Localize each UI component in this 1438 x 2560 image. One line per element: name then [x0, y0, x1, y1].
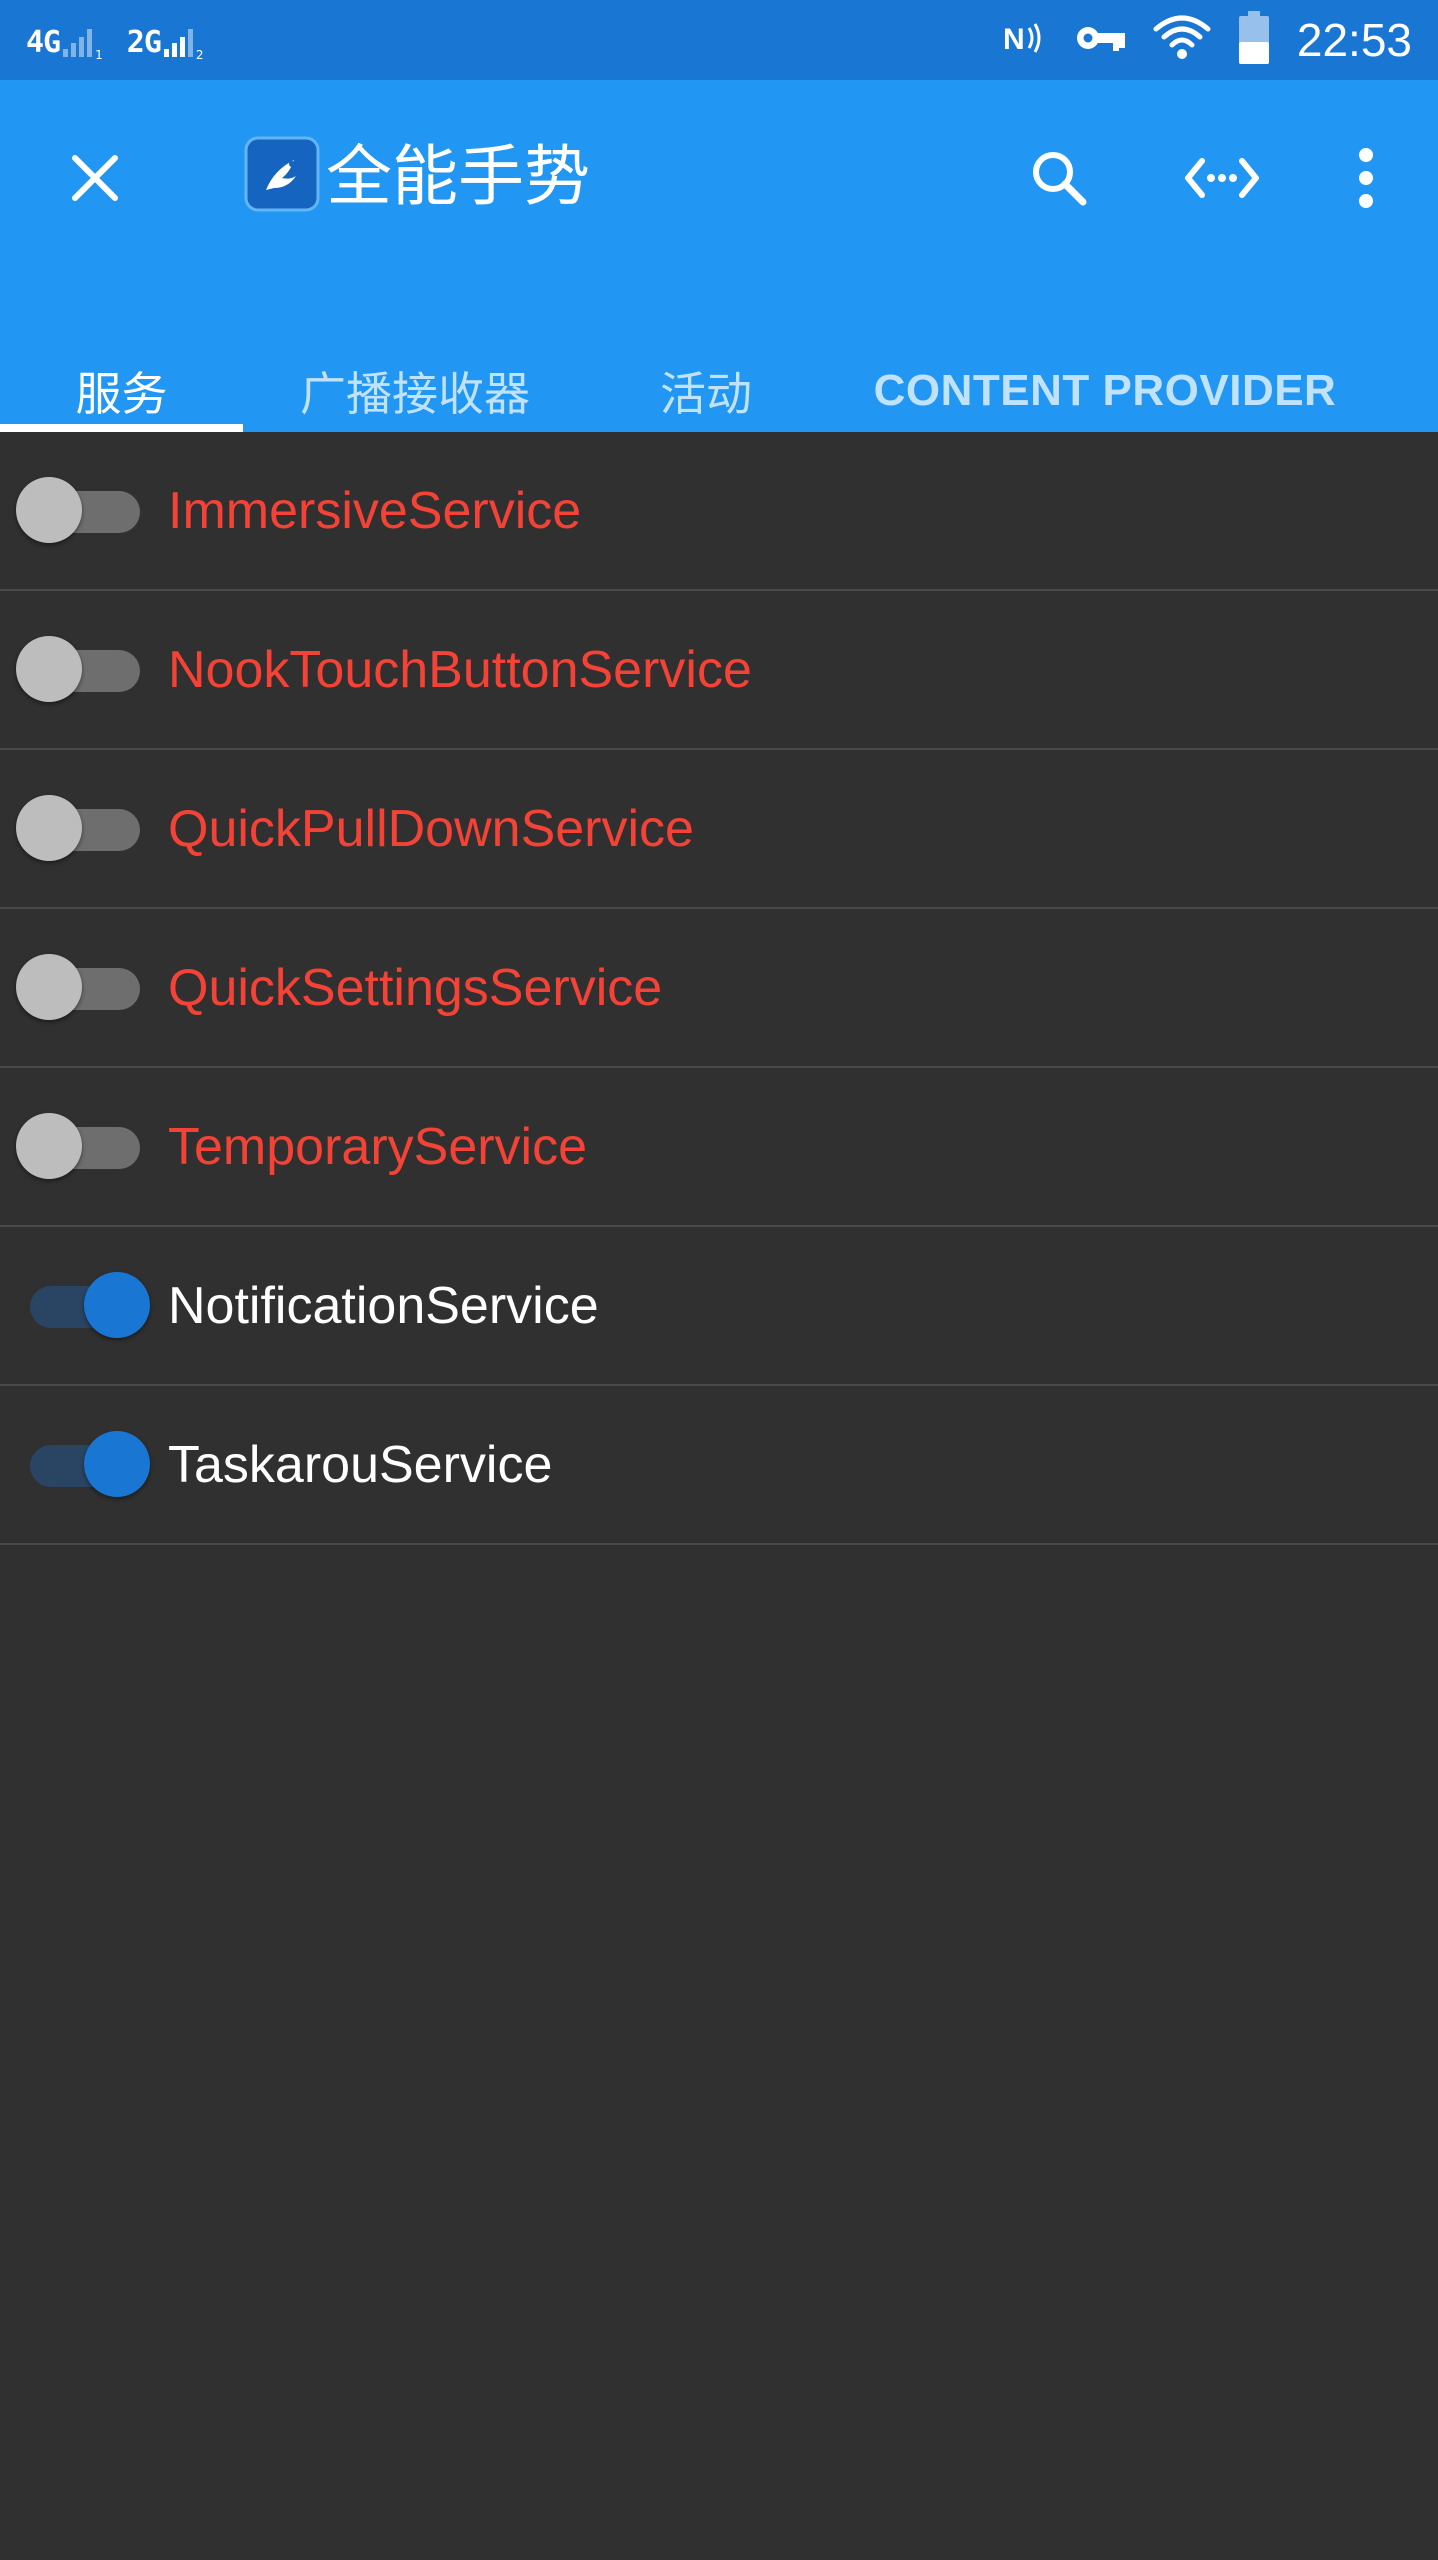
sim1-signal-bars-icon	[63, 23, 93, 61]
svg-text:N: N	[1003, 23, 1025, 56]
switch-thumb	[84, 1431, 150, 1497]
switch-thumb	[16, 795, 82, 861]
close-icon	[72, 155, 118, 201]
tab-bar: 服务 广播接收器 活动 CONTENT PROVIDER	[0, 350, 1438, 432]
app-title: 全能手势	[326, 138, 590, 215]
list-item[interactable]: NotificationService	[0, 1227, 1438, 1386]
switch-thumb	[84, 1272, 150, 1338]
more-options-button[interactable]	[1325, 137, 1407, 219]
tab-content-provider[interactable]: CONTENT PROVIDER	[840, 350, 1370, 432]
battery-icon	[1237, 11, 1271, 69]
tab-services[interactable]: 服务	[0, 350, 243, 432]
app-logo-icon	[244, 136, 320, 212]
code-icon	[1185, 158, 1259, 198]
service-toggle[interactable]	[16, 954, 156, 1024]
code-button[interactable]	[1181, 137, 1263, 219]
sim2-network-label: 2G	[126, 25, 162, 60]
nfc-icon: N	[1003, 18, 1049, 62]
sim2-signal-bars-icon	[163, 23, 193, 61]
sim2-signal: 2G 2	[127, 23, 204, 61]
service-name: QuickPullDownService	[168, 800, 694, 858]
more-vert-icon	[1359, 148, 1373, 208]
search-icon	[1033, 152, 1087, 206]
service-toggle[interactable]	[16, 1113, 156, 1183]
list-item[interactable]: TaskarouService	[0, 1386, 1438, 1545]
service-name: TaskarouService	[168, 1436, 553, 1494]
service-toggle[interactable]	[16, 795, 156, 865]
service-toggle[interactable]	[16, 636, 156, 706]
service-name: NookTouchButtonService	[168, 641, 752, 699]
switch-thumb	[16, 636, 82, 702]
sim2-index: 2	[195, 48, 204, 62]
service-name: QuickSettingsService	[168, 959, 663, 1017]
list-item[interactable]: ImmersiveService	[0, 432, 1438, 591]
app-bar: 全能手势 服务 广播接收器 活动 CONTENT PROVIDER	[0, 80, 1438, 432]
switch-thumb	[16, 954, 82, 1020]
switch-thumb	[16, 1113, 82, 1179]
service-toggle[interactable]	[16, 1272, 156, 1342]
list-item[interactable]: TemporaryService	[0, 1068, 1438, 1227]
service-name: NotificationService	[168, 1277, 599, 1335]
sim1-network-label: 4G	[26, 25, 61, 60]
switch-thumb	[16, 477, 82, 543]
clock-time: 22:53	[1296, 14, 1412, 66]
wifi-icon	[1153, 15, 1211, 65]
close-button[interactable]	[54, 137, 136, 219]
signal-group: 4G 1 2G 2	[26, 18, 204, 66]
service-toggle[interactable]	[16, 477, 156, 547]
tab-broadcast-receivers[interactable]: 广播接收器	[260, 350, 570, 432]
list-item[interactable]: QuickPullDownService	[0, 750, 1438, 909]
list-item[interactable]: NookTouchButtonService	[0, 591, 1438, 750]
service-name: ImmersiveService	[168, 482, 582, 540]
tab-activities[interactable]: 活动	[610, 350, 802, 432]
status-bar: 4G 1 2G 2 N 22:53	[0, 0, 1438, 80]
service-toggle[interactable]	[16, 1431, 156, 1501]
active-tab-indicator	[0, 424, 243, 432]
status-icons: N 22:53	[1003, 8, 1412, 72]
sim1-signal: 4G 1	[26, 23, 103, 61]
vpn-key-icon	[1075, 21, 1127, 59]
search-button[interactable]	[1018, 137, 1100, 219]
service-list: ImmersiveService NookTouchButtonService …	[0, 432, 1438, 1545]
sim1-index: 1	[95, 48, 103, 62]
list-item[interactable]: QuickSettingsService	[0, 909, 1438, 1068]
service-name: TemporaryService	[168, 1118, 588, 1176]
